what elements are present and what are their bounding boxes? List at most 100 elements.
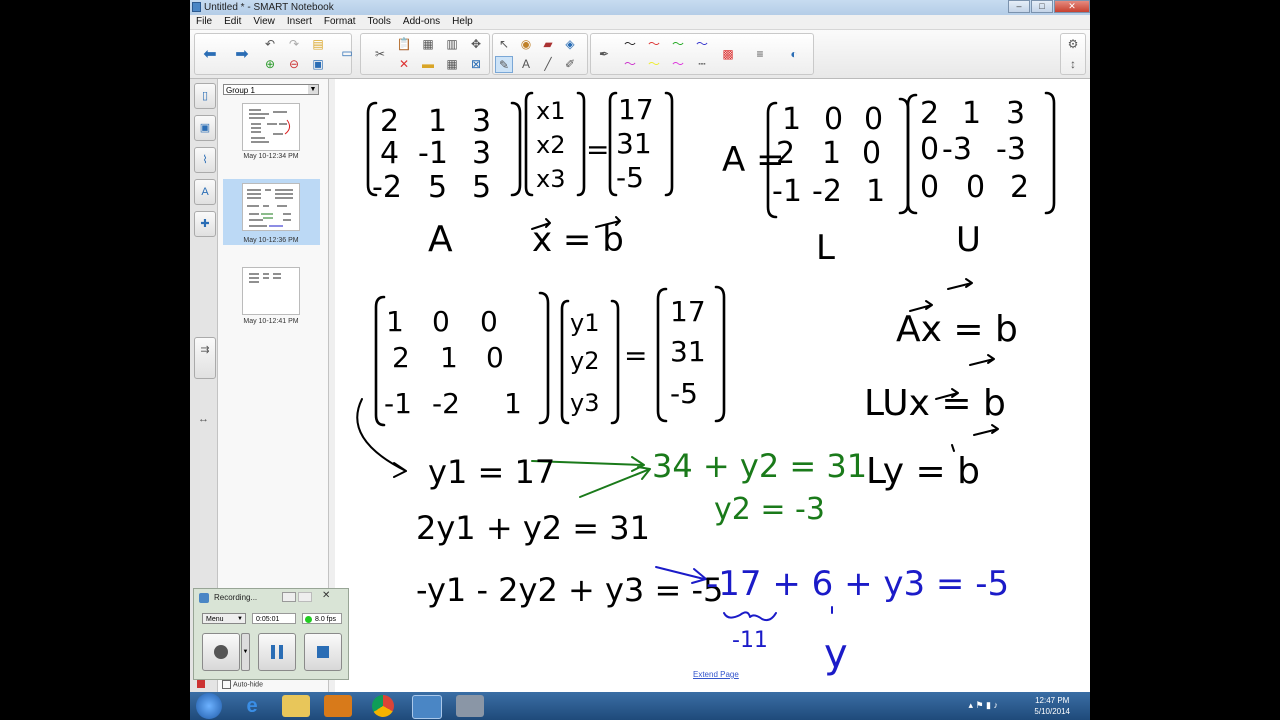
menu-insert[interactable]: Insert [281,15,318,29]
maximize-button[interactable]: □ [1031,0,1053,13]
autohide-option[interactable]: Auto-hide [222,680,263,689]
extend-page-link[interactable]: Extend Page [693,670,739,679]
tray-icons[interactable]: ▴ ⚑ ▮ ♪ [968,700,998,711]
settings-gear-icon[interactable]: ⚙ [1064,36,1082,53]
menu-help[interactable]: Help [446,15,479,29]
recorder-minimize-button[interactable] [282,592,296,602]
A-r2c3: 3 [472,136,491,171]
chrome-icon[interactable] [372,695,394,717]
pen-yellow-icon[interactable]: 〜 [645,56,663,73]
toolbar-position-icon[interactable]: ↕ [1064,56,1082,73]
pens-icon[interactable]: ✎ [495,56,513,73]
next-page-icon[interactable]: ➡ [233,46,251,63]
table-icon[interactable]: ▦ [443,56,461,73]
recorder-taskbar-icon[interactable] [456,695,484,717]
properties-tab-icon[interactable]: A [194,179,216,205]
capture-icon[interactable]: ✥ [467,36,485,53]
U-r2c1: 0 [920,132,939,167]
paste-icon[interactable]: 📋 [395,36,413,53]
document-camera-icon[interactable]: ▬ [419,56,437,73]
recorder-menu-dropdown[interactable]: Menu ▼ [202,613,246,624]
page-thumbnail-2[interactable] [242,183,300,231]
close-button[interactable]: ✕ [1054,0,1090,13]
previous-page-icon[interactable]: ⬅ [201,46,219,63]
text-icon[interactable]: A [517,56,535,73]
screen-shade-icon[interactable]: ✂ [371,46,389,63]
menu-view[interactable]: View [247,15,281,29]
menu-format[interactable]: Format [318,15,362,29]
clock-time: 12:47 PM [1035,696,1070,705]
internet-explorer-icon[interactable]: e [238,695,266,717]
start-button-icon[interactable] [196,693,222,719]
recorder-close-small-icon[interactable] [197,680,205,688]
fill-icon[interactable]: ◈ [561,36,579,53]
pause-button[interactable] [258,633,296,671]
attachments-tab-icon[interactable]: ⌇ [194,147,216,173]
taskbar-clock[interactable]: 12:47 PM 5/10/2014 [1034,695,1070,717]
clear-page-icon[interactable]: ▥ [443,36,461,53]
media-player-icon[interactable] [324,695,352,717]
record-options-button[interactable]: ▼ [241,633,250,671]
display-screen-icon[interactable]: ▭ [338,45,356,62]
delete-icon[interactable]: ✕ [395,56,413,73]
menu-addons[interactable]: Add-ons [397,15,446,29]
line-style-icon[interactable]: ≡ [751,46,769,63]
camera-icon[interactable]: ▦ [419,36,437,53]
sidebar-autohide-icon[interactable]: ⇉ [194,337,216,379]
page-thumbnail-1[interactable] [242,103,300,151]
stop-button[interactable] [304,633,342,671]
pen-purple-icon[interactable]: 〜 [621,56,639,73]
delete-page-icon[interactable]: ⊖ [285,56,303,73]
select-arrow-icon[interactable]: ↖ [495,36,513,53]
save-icon[interactable]: ▣ [309,56,327,73]
color-palette-icon[interactable]: ▩ [719,46,737,63]
group-dropdown[interactable]: Group 1 ▼ [223,84,319,95]
undo-icon[interactable]: ↶ [261,36,279,53]
page-sorter-tab-icon[interactable]: ▯ [194,83,216,109]
full-screen-icon[interactable]: ⊠ [467,56,485,73]
gallery-tab-icon[interactable]: ▣ [194,115,216,141]
page-thumbnail-3-preview [249,273,281,283]
page-thumbnail-3[interactable] [242,267,300,315]
label-x-equals-b: x = b [532,220,624,260]
file-explorer-icon[interactable] [282,695,310,717]
pen-magenta-icon[interactable]: 〜 [669,56,687,73]
U-r3c2: 0 [966,170,985,205]
add-page-icon[interactable]: ⊕ [261,56,279,73]
magic-pen-icon[interactable]: ✐ [561,56,579,73]
pen-blue-icon[interactable]: 〜 [693,36,711,53]
label-U: U [956,220,981,260]
redo-icon[interactable]: ↷ [285,36,303,53]
minimize-button[interactable]: – [1008,0,1030,13]
menu-tools[interactable]: Tools [362,15,397,29]
pen-dashed-icon[interactable]: ┄ [693,56,711,73]
window-title: Untitled * - SMART Notebook [204,2,334,13]
resize-sidebar-icon[interactable]: ↔ [198,413,209,425]
autohide-checkbox[interactable] [222,680,231,689]
pen-green-icon[interactable]: 〜 [669,36,687,53]
menu-file[interactable]: File [190,15,218,29]
recording-status-dot [305,616,312,623]
pen-red-icon[interactable]: 〜 [645,36,663,53]
pause-icon [271,645,275,659]
pen-black-icon[interactable]: 〜 [621,36,639,53]
open-file-icon[interactable]: ▤ [309,36,327,53]
L2-r3c1: -1 [384,387,412,420]
addons-tab-icon[interactable]: ✚ [194,211,216,237]
recorder-icon [199,593,209,603]
pen-type-icon[interactable]: ✒ [595,46,613,63]
y-2: y2 [570,347,599,375]
recorder-close-icon[interactable]: ✕ [322,590,330,601]
menu-edit[interactable]: Edit [218,15,247,29]
whiteboard-canvas[interactable]: 2 1 3 4 -1 3 -2 5 5 x1 x2 x3 = 17 31 -5 … [336,79,1089,692]
shapes-icon[interactable]: ◉ [517,36,535,53]
record-button[interactable] [202,633,240,671]
L2-r3c3: 1 [504,387,522,420]
transparency-icon[interactable]: ◐ [785,46,803,63]
line-icon[interactable]: ╱ [539,56,557,73]
L2-r1c2: 0 [432,305,450,338]
smart-notebook-taskbar-icon[interactable] [412,695,442,719]
eraser-icon[interactable]: ▰ [539,36,557,53]
title-bar[interactable]: Untitled * - SMART Notebook – □ ✕ [190,0,1090,15]
recorder-maximize-button[interactable] [298,592,312,602]
